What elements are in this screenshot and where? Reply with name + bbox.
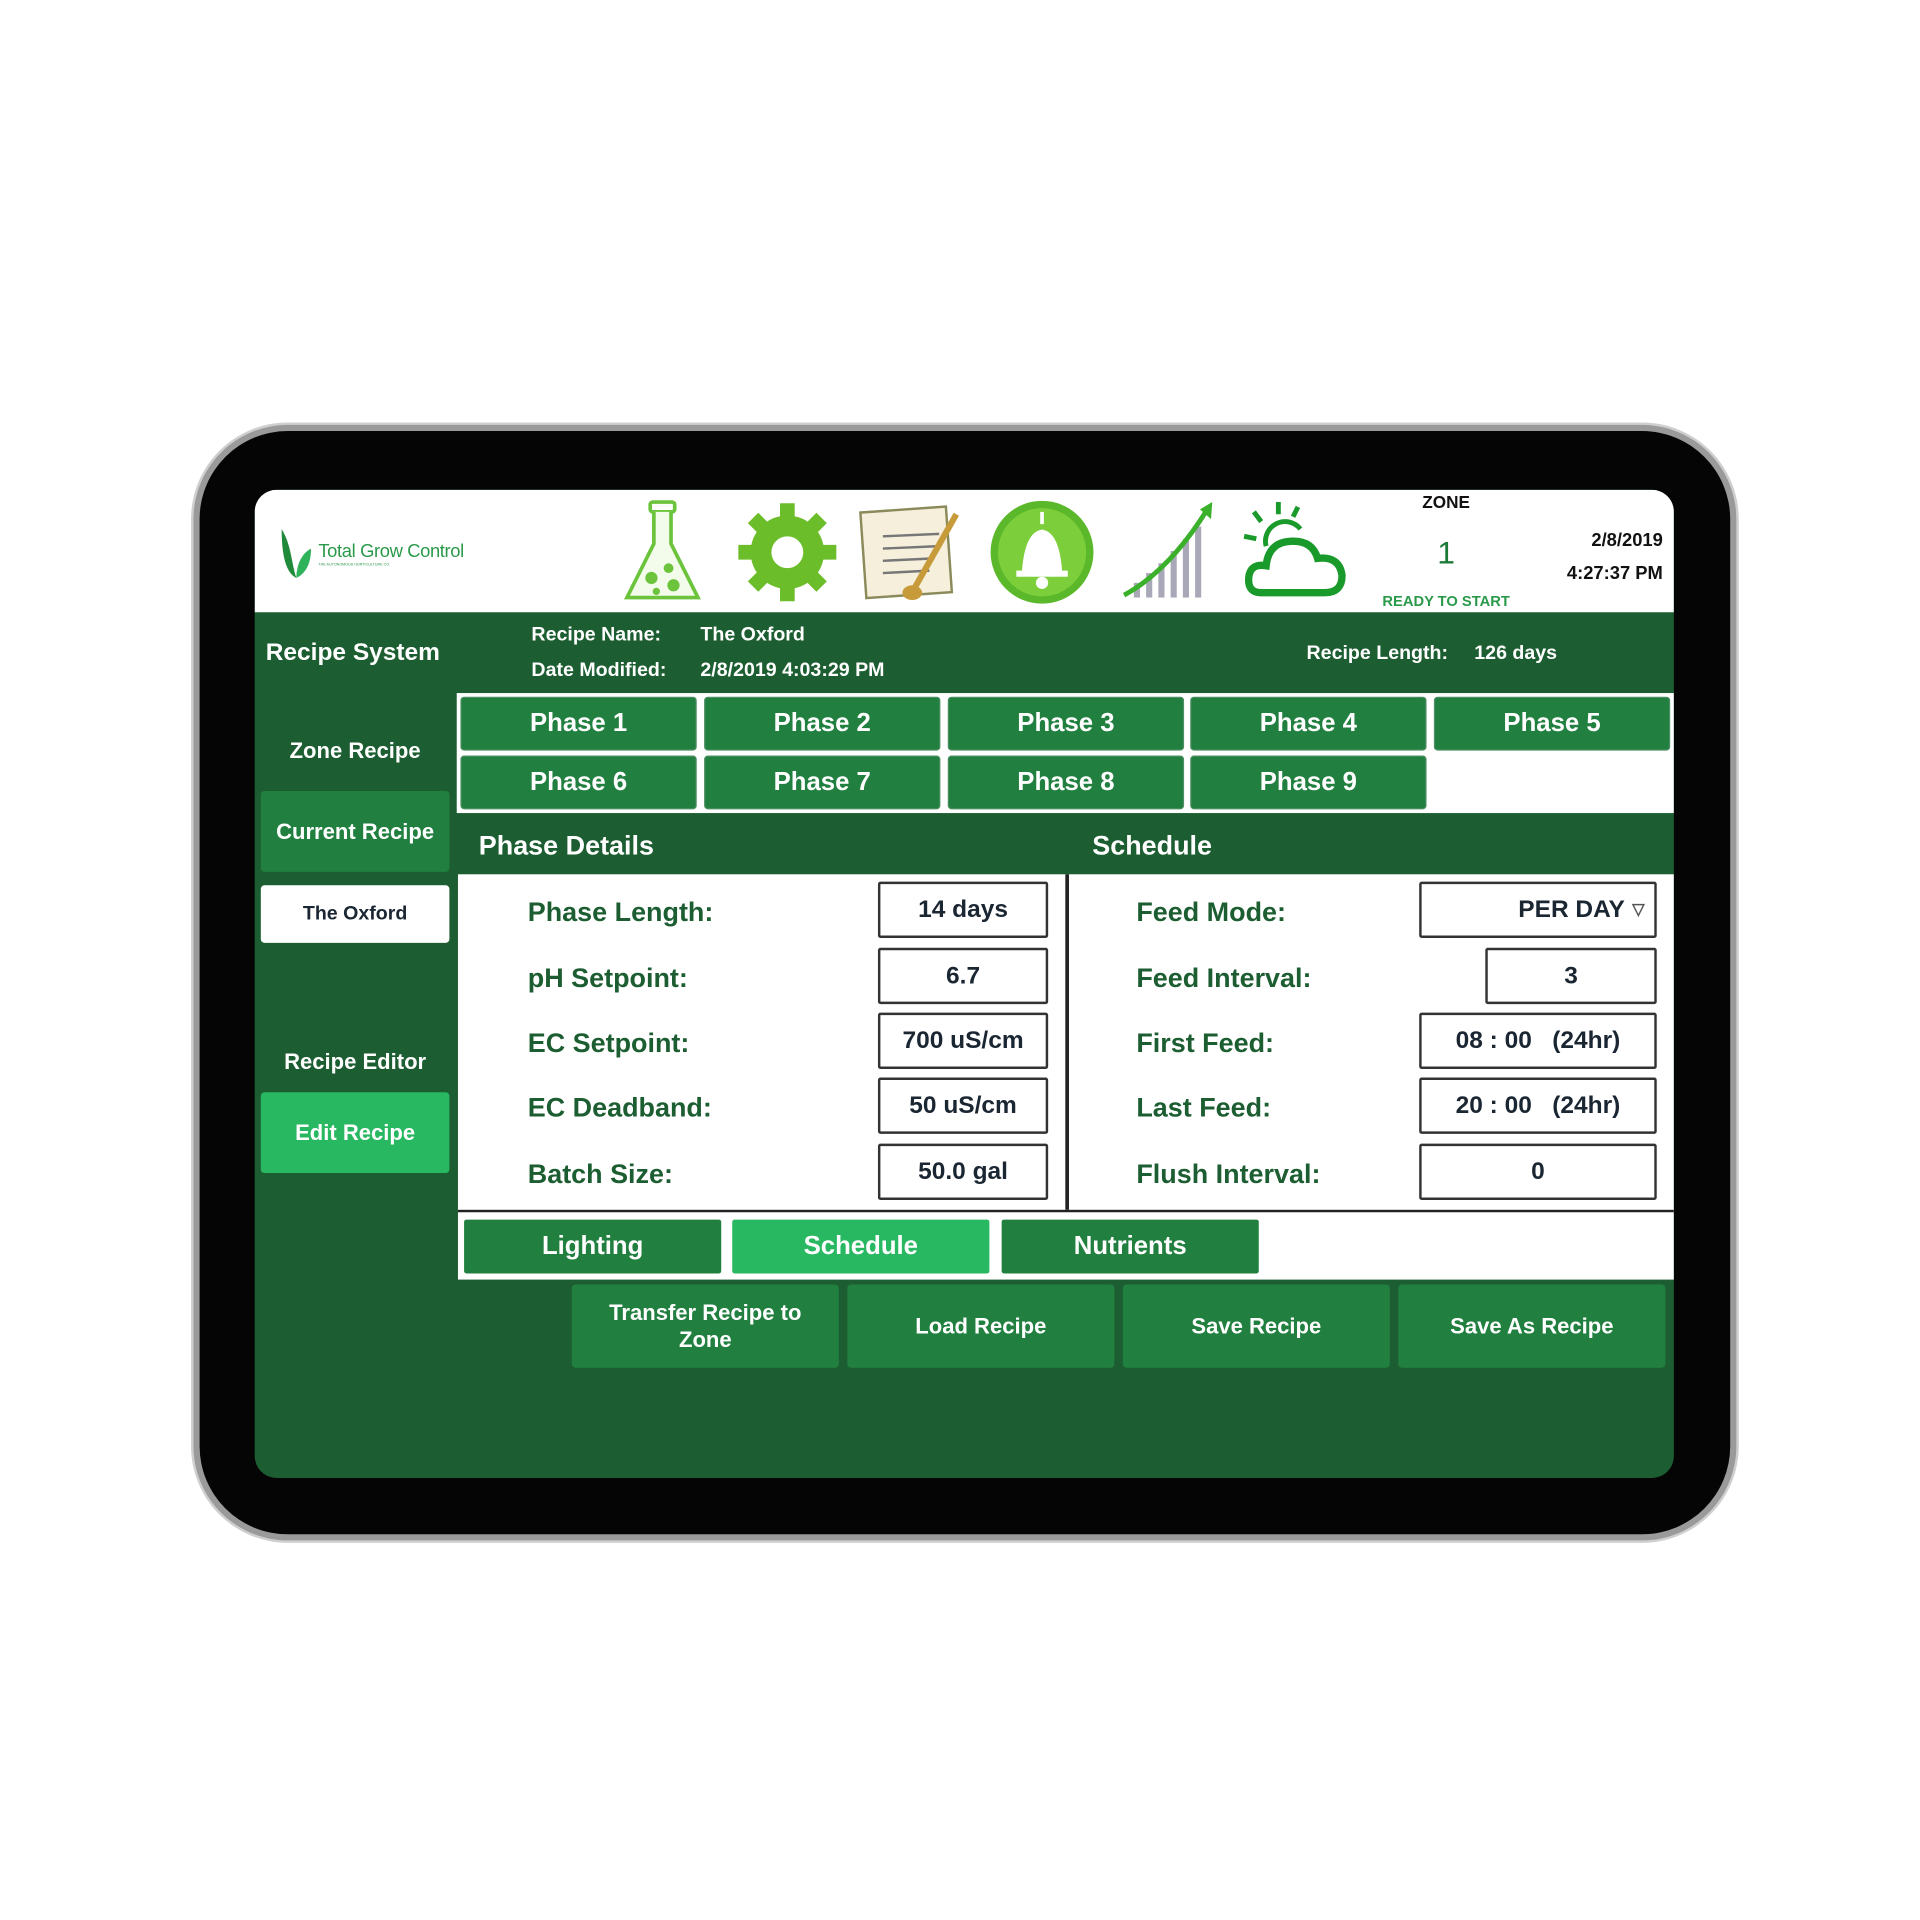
screen: Total Grow Control THE AUTONOMOUS HORTIC… <box>254 489 1674 1478</box>
bell-icon[interactable] <box>987 497 1097 607</box>
recipe-name: The Oxford <box>700 624 805 646</box>
save-as-recipe-button[interactable]: Save As Recipe <box>1398 1284 1666 1368</box>
header: Total Grow Control THE AUTONOMOUS HORTIC… <box>254 489 1674 613</box>
date-modified: 2/8/2019 4:03:29 PM <box>700 660 885 681</box>
phase-selector: Phase 1 Phase 2 Phase 3 Phase 4 Phase 5 … <box>456 693 1674 814</box>
phase-2-button[interactable]: Phase 2 <box>704 696 941 751</box>
schedule-title: Schedule <box>1092 830 1213 861</box>
ec-setpoint-label: EC Setpoint: <box>527 1027 690 1058</box>
zone-number[interactable]: 1 <box>1393 534 1498 572</box>
chevron-down-icon: ▽ <box>1632 900 1645 919</box>
phase-5-button[interactable]: Phase 5 <box>1433 696 1671 751</box>
recipe-editor-label: Recipe Editor <box>284 1049 427 1074</box>
save-recipe-button[interactable]: Save Recipe <box>1122 1284 1390 1368</box>
zone-label: ZONE <box>1422 492 1470 512</box>
first-feed-field[interactable]: 08 : 00 (24hr) <box>1419 1012 1657 1069</box>
gear-icon[interactable] <box>732 497 842 607</box>
feed-interval-label: Feed Interval: <box>1136 962 1312 994</box>
date-modified-label: Date Modified: <box>531 660 667 681</box>
feed-mode-label: Feed Mode: <box>1136 896 1287 927</box>
logo: Total Grow Control THE AUTONOMOUS HORTIC… <box>279 527 464 581</box>
batch-size-label: Batch Size: <box>527 1158 673 1189</box>
feed-interval-field[interactable]: 3 <box>1485 947 1657 1005</box>
zone-status: READY TO START <box>1382 592 1510 610</box>
phase-1-button[interactable]: Phase 1 <box>460 696 697 751</box>
chart-growth-icon[interactable] <box>1114 497 1224 607</box>
current-recipe-name: The Oxford <box>260 885 450 943</box>
recipe-length-label: Recipe Length: <box>1306 642 1449 664</box>
phase-6-button[interactable]: Phase 6 <box>460 755 697 810</box>
last-feed-label: Last Feed: <box>1136 1092 1272 1123</box>
ph-setpoint-field[interactable]: 6.7 <box>877 947 1049 1005</box>
tab-schedule[interactable]: Schedule <box>732 1219 990 1274</box>
phase-9-button[interactable]: Phase 9 <box>1190 755 1427 810</box>
first-feed-label: First Feed: <box>1136 1027 1275 1058</box>
edit-recipe-button[interactable]: Edit Recipe <box>260 1092 450 1174</box>
transfer-recipe-button[interactable]: Transfer Recipe to Zone <box>571 1284 839 1368</box>
batch-size-field[interactable]: 50.0 gal <box>877 1143 1049 1201</box>
tab-lighting[interactable]: Lighting <box>464 1219 722 1274</box>
flush-interval-field[interactable]: 0 <box>1419 1143 1657 1201</box>
ec-deadband-label: EC Deadband: <box>527 1092 712 1123</box>
date-text: 2/8/2019 <box>1591 530 1663 552</box>
phase-4-button[interactable]: Phase 4 <box>1190 696 1427 751</box>
last-feed-field[interactable]: 20 : 00 (24hr) <box>1419 1077 1657 1134</box>
phase-8-button[interactable]: Phase 8 <box>947 755 1185 810</box>
flask-icon[interactable] <box>607 497 717 607</box>
logo-text: Total Grow Control <box>318 540 464 562</box>
recipe-icon[interactable] <box>858 497 968 607</box>
ec-setpoint-field[interactable]: 700 uS/cm <box>877 1012 1049 1069</box>
phase-3-button[interactable]: Phase 3 <box>947 696 1185 751</box>
weather-icon[interactable] <box>1242 497 1352 607</box>
tab-nutrients[interactable]: Nutrients <box>1001 1219 1259 1274</box>
divider <box>1065 874 1069 1210</box>
logo-tagline: THE AUTONOMOUS HORTICULTURE CO. <box>318 561 391 567</box>
leaf-logo-icon <box>281 528 312 578</box>
zone-recipe-label: Zone Recipe <box>289 738 421 763</box>
sidebar-title: Recipe System <box>265 639 440 667</box>
phase-length-field[interactable]: 14 days <box>877 881 1049 938</box>
phase-length-label: Phase Length: <box>527 896 714 927</box>
time-text: 4:27:37 PM <box>1566 563 1663 585</box>
phase-details-title: Phase Details <box>478 830 654 861</box>
phase-7-button[interactable]: Phase 7 <box>704 755 941 810</box>
flush-interval-label: Flush Interval: <box>1136 1158 1321 1189</box>
recipe-length: 126 days <box>1474 642 1558 664</box>
ec-deadband-field[interactable]: 50 uS/cm <box>877 1077 1049 1134</box>
ph-setpoint-label: pH Setpoint: <box>527 962 688 994</box>
details-panel: Phase Length: 14 days pH Setpoint: 6.7 E… <box>457 874 1674 1214</box>
current-recipe-button[interactable]: Current Recipe <box>260 791 450 872</box>
load-recipe-button[interactable]: Load Recipe <box>847 1284 1115 1368</box>
feed-mode-value: PER DAY <box>1518 895 1625 923</box>
recipe-name-label: Recipe Name: <box>531 624 662 646</box>
feed-mode-select[interactable]: PER DAY ▽ <box>1419 881 1657 938</box>
clock: 2/8/2019 4:27:37 PM <box>1528 524 1663 590</box>
